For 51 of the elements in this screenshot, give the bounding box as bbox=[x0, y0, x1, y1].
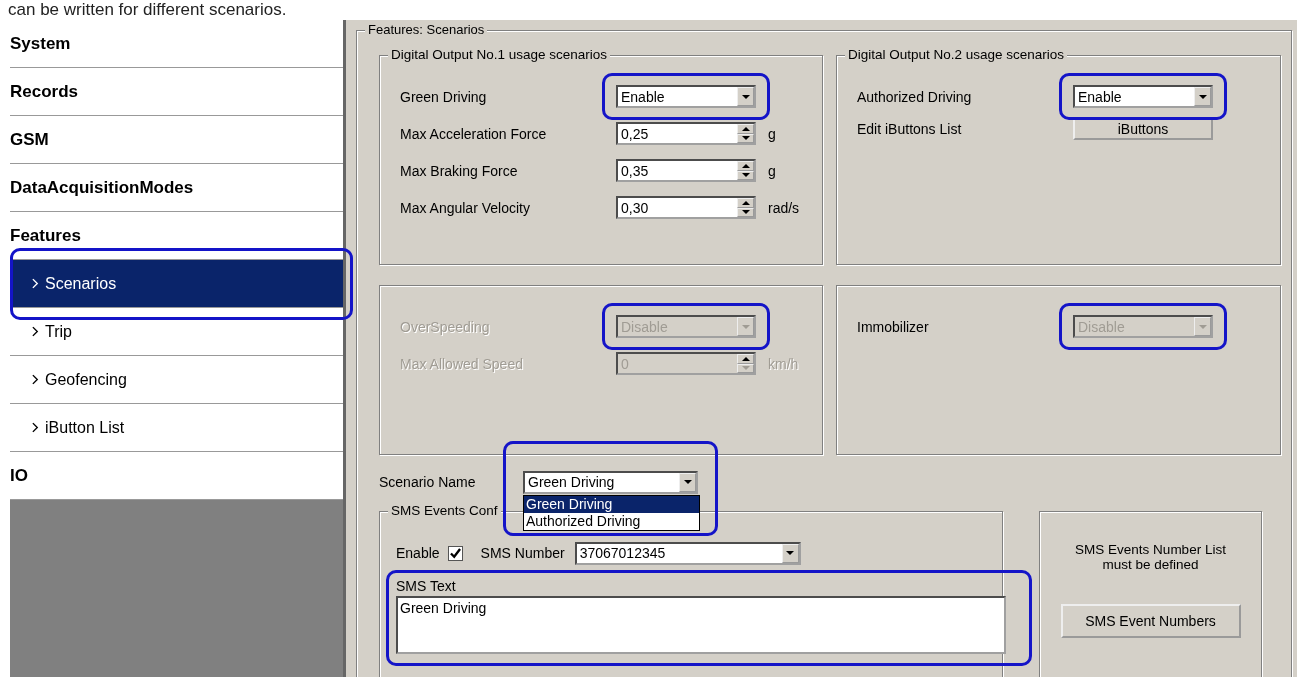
sms-event-numbers-button[interactable]: SMS Event Numbers bbox=[1060, 604, 1241, 638]
sidebar-item[interactable]: System bbox=[10, 20, 343, 68]
group-title: Digital Output No.2 usage scenarios bbox=[845, 47, 1068, 62]
sidebar-item[interactable]: Scenarios bbox=[10, 260, 343, 308]
spin-field[interactable]: 0,35 bbox=[616, 159, 756, 182]
caret-icon bbox=[786, 551, 795, 555]
dropdown-option[interactable]: Authorized Driving bbox=[524, 512, 699, 530]
checkbox[interactable] bbox=[447, 545, 463, 561]
caret-icon bbox=[741, 94, 750, 99]
spin-field[interactable]: 0,30 bbox=[616, 196, 756, 219]
chevron-icon bbox=[32, 422, 39, 433]
chevron-icon bbox=[32, 326, 39, 337]
unit-label: g bbox=[768, 162, 776, 179]
sidebar-item[interactable]: Records bbox=[10, 68, 343, 116]
unit-label: g bbox=[768, 125, 776, 142]
document-text: can be written for different scenarios. bbox=[7, 0, 288, 20]
caret-icon bbox=[1198, 324, 1207, 329]
field-label: SMS Text bbox=[396, 578, 457, 594]
sidebar-item[interactable]: DataAcquisitionModes bbox=[10, 164, 343, 212]
field-label: Max Acceleration Force bbox=[400, 125, 548, 142]
dropdown[interactable]: Enable bbox=[616, 85, 756, 108]
chevron-icon bbox=[32, 278, 39, 289]
field-label: Immobilizer bbox=[857, 318, 930, 335]
group-title: Digital Output No.1 usage scenarios bbox=[388, 47, 611, 62]
sidebar-item[interactable]: Geofencing bbox=[10, 356, 343, 404]
note-text: SMS Events Number List must be defined bbox=[1074, 542, 1227, 572]
caret-icon bbox=[741, 324, 750, 329]
group-title: Features: Scenarios bbox=[365, 22, 488, 37]
sms-text-area[interactable]: Green Driving bbox=[396, 596, 1006, 654]
dropdown-option[interactable]: Green Driving bbox=[524, 495, 699, 513]
sidebar-item[interactable]: Trip bbox=[10, 308, 343, 356]
caret-icon bbox=[1198, 94, 1207, 99]
sidebar-item[interactable]: iButton List bbox=[10, 404, 343, 452]
field-label: SMS Number bbox=[480, 545, 565, 561]
sidebar-item[interactable]: GSM bbox=[10, 116, 343, 164]
caret-icon bbox=[683, 480, 692, 484]
dropdown[interactable]: Green Driving bbox=[523, 470, 698, 494]
phone-dropdown[interactable]: 37067012345 bbox=[574, 541, 801, 565]
spin-field[interactable]: 0,25 bbox=[616, 122, 756, 145]
field-label: Edit iButtons List bbox=[857, 121, 963, 137]
field-label: Max Angular Velocity bbox=[400, 199, 531, 216]
chevron-icon bbox=[32, 374, 39, 385]
ibuttons-button[interactable]: iButtons bbox=[1073, 118, 1213, 140]
field-label: Authorized Driving bbox=[857, 88, 973, 105]
field-label: Green Driving bbox=[400, 88, 488, 105]
field-label: Scenario Name bbox=[379, 474, 477, 490]
unit-label: rad/s bbox=[768, 199, 800, 216]
group-title: SMS Events Conf bbox=[388, 503, 501, 518]
checkbox-label: Enable bbox=[396, 545, 440, 561]
field-label: Max Braking Force bbox=[400, 162, 519, 179]
dropdown[interactable]: Enable bbox=[1073, 85, 1213, 108]
